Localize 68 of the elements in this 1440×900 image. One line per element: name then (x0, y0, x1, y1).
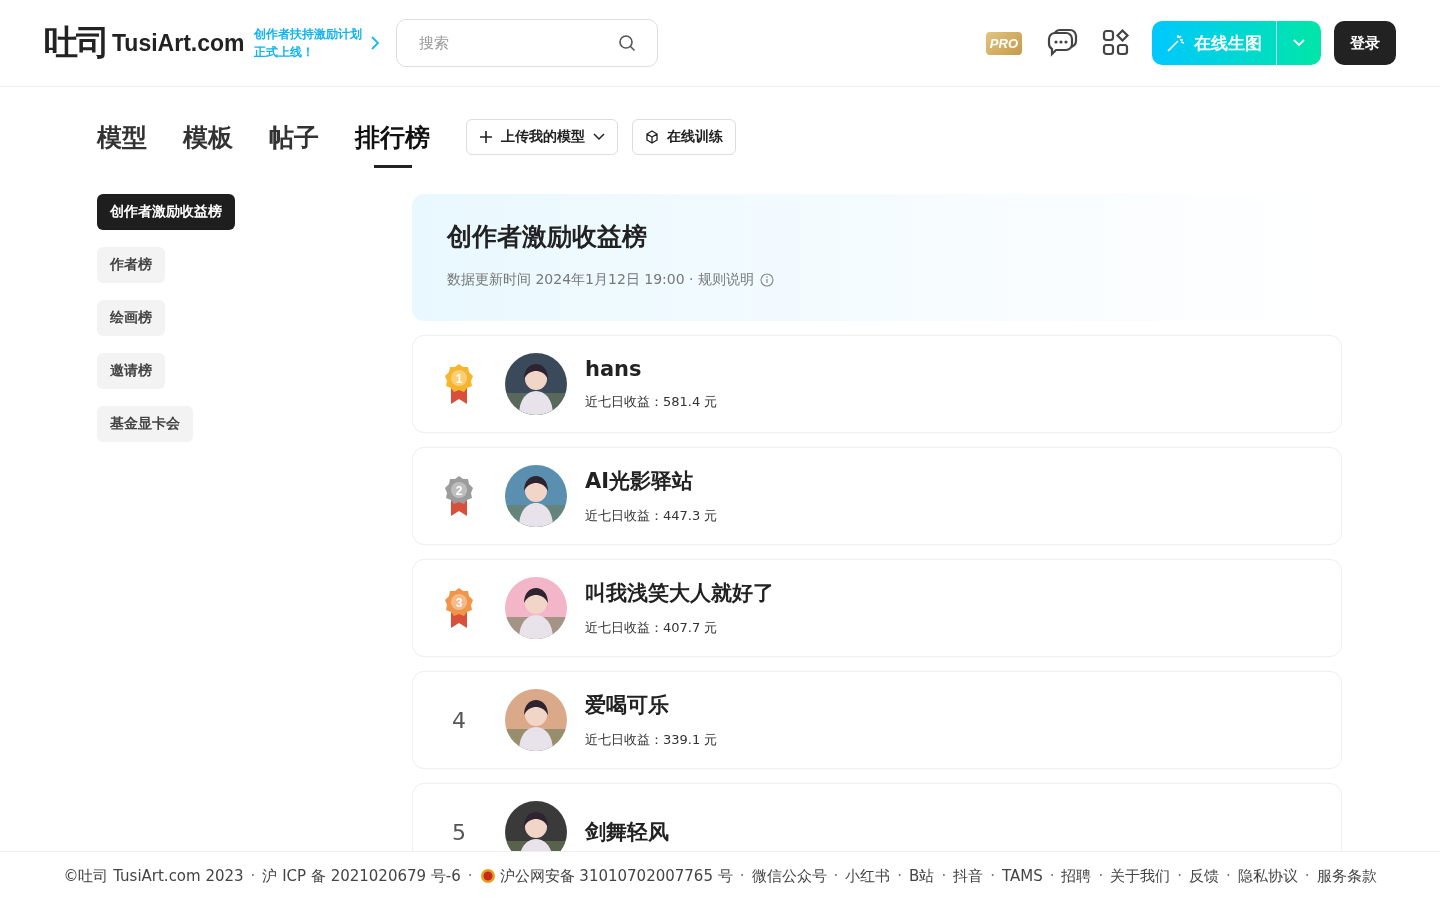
separator-dot: · (739, 867, 745, 885)
logo-mark[interactable]: 吐司 (44, 20, 108, 66)
online-training-button[interactable]: 在线训练 (632, 119, 736, 155)
footer-link[interactable]: 沪公网安备 31010702007765 号 (479, 866, 733, 886)
sidebar-item[interactable]: 邀请榜 (97, 353, 165, 389)
footer-link[interactable]: 招聘 (1061, 866, 1092, 886)
nav-tab[interactable]: 排行榜 (355, 106, 430, 168)
footer-link[interactable]: 关于我们 (1110, 866, 1171, 886)
cube-icon (645, 130, 659, 144)
separator-dot: · (467, 867, 473, 885)
separator-dot: · (1049, 867, 1055, 885)
nav-tab[interactable]: 帖子 (269, 106, 319, 168)
ranking-card[interactable]: 3 叫我浅笑大人就好了 近七日收益：407.7 元 (412, 559, 1342, 657)
separator-dot: · (990, 867, 995, 885)
upload-model-button[interactable]: 上传我的模型 (466, 119, 618, 155)
footer-link[interactable]: TAMS (1001, 867, 1043, 885)
search-field[interactable]: 搜索 (396, 19, 659, 67)
rank-number: 4 (452, 707, 466, 733)
user-name[interactable]: AI光影驿站 (585, 467, 718, 495)
footer-link[interactable]: 沪 ICP 备 2021020679 号-6 (262, 866, 461, 886)
chevron-right-icon (370, 36, 381, 50)
footer-link[interactable]: B站 (909, 866, 935, 886)
separator-dot: · (1098, 867, 1104, 885)
income-text: 近七日收益：407.7 元 (585, 619, 719, 637)
sidebar-item[interactable]: 创作者激励收益榜 (97, 194, 235, 230)
chat-icon[interactable] (1046, 28, 1078, 58)
footer-link[interactable]: 服务条款 (1316, 866, 1377, 886)
footer-link[interactable]: 隐私协议 (1237, 866, 1298, 886)
income-text: 近七日收益：339.1 元 (585, 731, 718, 749)
search-icon[interactable] (618, 34, 637, 52)
ranking-card[interactable]: 4 爱喝可乐 近七日收益：339.1 元 (412, 671, 1342, 769)
emblem-icon (479, 868, 496, 884)
user-name[interactable]: 爱喝可乐 (585, 691, 718, 719)
footer-link[interactable]: 微信公众号 (751, 866, 827, 886)
separator-dot: · (250, 867, 256, 885)
separator-dot: · (1226, 867, 1231, 885)
logo-wordmark[interactable]: TusiArt.com (112, 29, 245, 57)
plus-icon (479, 130, 493, 144)
footer-link[interactable]: 反馈 (1189, 866, 1219, 886)
apps-icon[interactable] (1102, 29, 1130, 57)
ranking-card[interactable]: 1 hans 近七日收益：581.4 元 (412, 335, 1342, 433)
separator-dot: · (897, 867, 903, 885)
separator-dot: · (1177, 867, 1182, 885)
banner-title: 创作者激励收益榜 (447, 221, 648, 253)
user-name[interactable]: 剑舞轻风 (585, 818, 669, 846)
separator-dot: · (833, 867, 839, 885)
separator-dot: · (941, 867, 947, 885)
chevron-down-icon (1292, 38, 1306, 48)
info-icon[interactable] (759, 273, 774, 287)
footer-link[interactable]: 抖音 (953, 866, 984, 886)
login-button[interactable]: 登录 (1334, 21, 1396, 65)
nav-tab[interactable]: 模型 (97, 106, 147, 168)
footer-link[interactable]: 小红书 (845, 866, 891, 886)
income-text: 近七日收益：581.4 元 (585, 393, 718, 411)
sidebar-item[interactable]: 绘画榜 (97, 300, 165, 336)
nav-tab[interactable]: 模板 (183, 106, 233, 168)
sidebar-item[interactable]: 基金显卡会 (97, 406, 193, 442)
update-info: 数据更新时间 2024年1月12日 19:00 · 规则说明 (447, 271, 754, 289)
magic-wand-icon (1166, 33, 1186, 53)
separator-dot: · (1304, 867, 1310, 885)
user-name[interactable]: hans (585, 357, 718, 381)
ranking-card[interactable]: 2 AI光影驿站 近七日收益：447.3 元 (412, 447, 1342, 545)
user-name[interactable]: 叫我浅笑大人就好了 (585, 579, 774, 607)
copyright-text: ©吐司 TusiArt.com 2023 (63, 866, 244, 886)
sidebar-item[interactable]: 作者榜 (97, 247, 165, 283)
chevron-down-icon (593, 133, 605, 141)
rank-number: 5 (452, 819, 466, 845)
income-text: 近七日收益：447.3 元 (585, 507, 718, 525)
